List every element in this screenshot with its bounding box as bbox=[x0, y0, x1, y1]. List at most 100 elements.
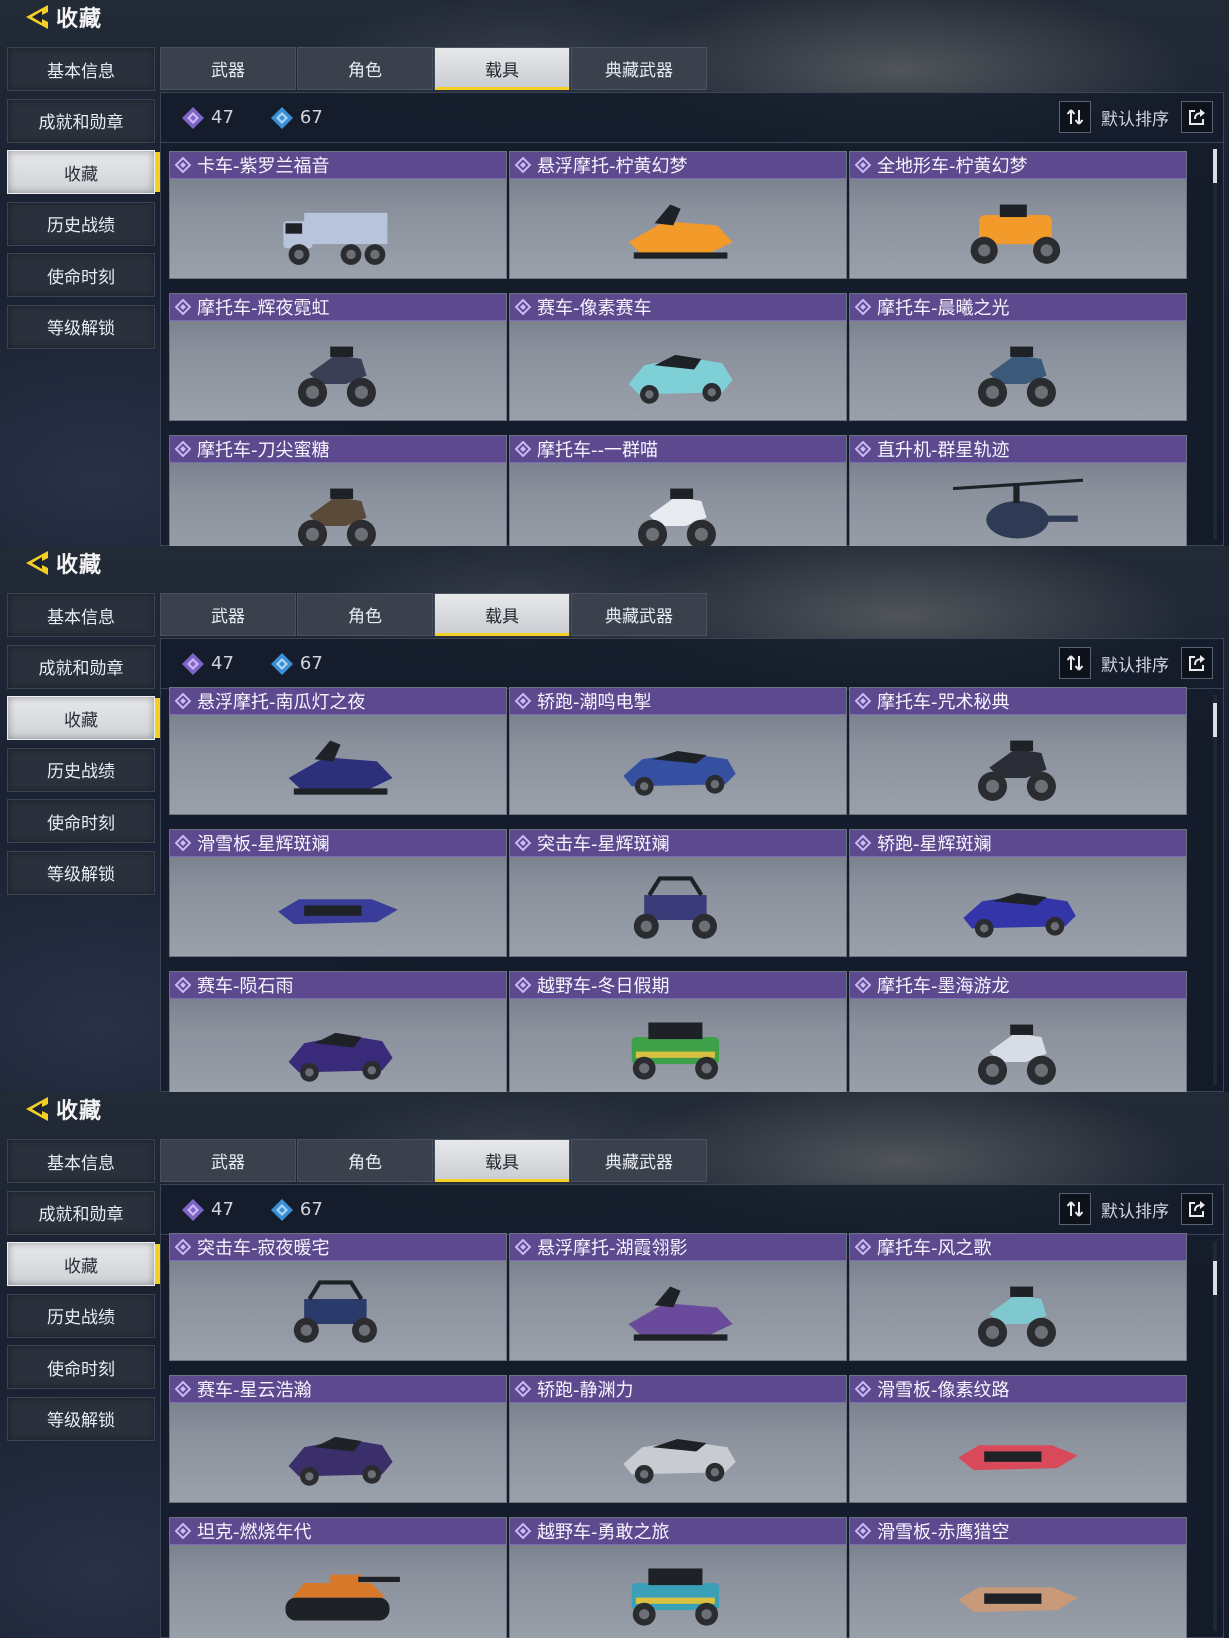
purple-diamond-icon bbox=[175, 977, 191, 993]
vehicle-image bbox=[850, 999, 1186, 1092]
scrollbar[interactable] bbox=[1213, 149, 1217, 539]
vehicle-card-title: 赛车-星云浩瀚 bbox=[170, 1376, 506, 1403]
sidebar-item[interactable]: 基本信息 bbox=[7, 593, 155, 637]
vehicle-image bbox=[170, 463, 506, 546]
vehicle-grid: 悬浮摩托-南瓜灯之夜 轿跑-潮鸣电掣 摩托车-咒术秘典滑雪板-星辉斑斓 突击车-星辉斑… bbox=[169, 639, 1193, 1092]
vehicle-name: 轿跑-潮鸣电掣 bbox=[537, 692, 652, 713]
scroll-thumb[interactable] bbox=[1213, 703, 1217, 737]
sidebar-item[interactable]: 收藏 bbox=[7, 150, 160, 194]
vehicle-grid: 突击车-寂夜暖宅 悬浮摩托-湖霞翎影 摩托车-风之歌 赛车-星云浩瀚 轿跑-静渊力 滑雪板… bbox=[169, 1185, 1193, 1638]
tab[interactable]: 角色 bbox=[297, 593, 433, 636]
vehicle-image bbox=[850, 1545, 1186, 1638]
sidebar-item[interactable]: 使命时刻 bbox=[7, 799, 155, 843]
vehicle-name: 直升机-群星轨迹 bbox=[877, 440, 1010, 461]
sidebar-item[interactable]: 使命时刻 bbox=[7, 1345, 155, 1389]
scrollbar[interactable] bbox=[1213, 695, 1217, 1085]
vehicle-grid: 卡车-紫罗兰福音 悬浮摩托-柠黄幻梦 全地形车-柠黄幻梦摩托车-辉夜霓虹 赛车-像素赛… bbox=[169, 93, 1193, 546]
tab[interactable]: 武器 bbox=[160, 1139, 296, 1182]
sidebar-item[interactable]: 成就和勋章 bbox=[7, 644, 155, 689]
vehicle-name: 突击车-寂夜暖宅 bbox=[197, 1238, 330, 1259]
sidebar-item[interactable]: 成就和勋章 bbox=[7, 98, 155, 143]
vehicle-card[interactable]: 赛车-陨石雨 bbox=[169, 971, 507, 1092]
tab[interactable]: 典藏武器 bbox=[571, 593, 707, 636]
sidebar-item[interactable]: 等级解锁 bbox=[7, 304, 155, 349]
vehicle-card[interactable]: 坦克-燃烧年代 bbox=[169, 1517, 507, 1638]
vehicle-card[interactable]: 摩托车--一群喵 bbox=[509, 435, 847, 546]
vehicle-card-title: 滑雪板-像素纹路 bbox=[850, 1376, 1186, 1403]
tab[interactable]: 角色 bbox=[297, 47, 433, 90]
vehicle-card[interactable]: 突击车-星辉斑斓 bbox=[509, 829, 847, 957]
purple-diamond-icon bbox=[175, 1381, 191, 1397]
vehicle-name: 摩托车-辉夜霓虹 bbox=[197, 298, 330, 319]
sidebar-item[interactable]: 成就和勋章 bbox=[7, 1190, 155, 1235]
scrollbar[interactable] bbox=[1213, 1241, 1217, 1631]
vehicle-card[interactable]: 悬浮摩托-湖霞翎影 bbox=[509, 1233, 847, 1361]
tab[interactable]: 角色 bbox=[297, 1139, 433, 1182]
collection-panel: 47 67 bbox=[160, 638, 1224, 1092]
vehicle-card[interactable]: 滑雪板-赤鹰猎空 bbox=[849, 1517, 1187, 1638]
vehicle-card[interactable]: 轿跑-静渊力 bbox=[509, 1375, 847, 1503]
purple-diamond-icon bbox=[855, 835, 871, 851]
vehicle-card[interactable]: 摩托车-风之歌 bbox=[849, 1233, 1187, 1361]
back-button[interactable] bbox=[20, 1093, 54, 1125]
vehicle-card[interactable]: 越野车-勇敢之旅 bbox=[509, 1517, 847, 1638]
vehicle-card[interactable]: 轿跑-潮鸣电掣 bbox=[509, 687, 847, 815]
vehicle-image bbox=[510, 715, 846, 815]
back-button[interactable] bbox=[20, 547, 54, 579]
vehicle-card[interactable]: 摩托车-辉夜霓虹 bbox=[169, 293, 507, 421]
sidebar-item[interactable]: 历史战绩 bbox=[7, 1293, 155, 1338]
scroll-thumb[interactable] bbox=[1213, 1261, 1217, 1295]
vehicle-image bbox=[850, 1403, 1186, 1503]
vehicle-card-title: 摩托车-风之歌 bbox=[850, 1234, 1186, 1261]
sidebar-item[interactable]: 历史战绩 bbox=[7, 747, 155, 792]
sidebar-item[interactable]: 等级解锁 bbox=[7, 850, 155, 895]
purple-diamond-icon bbox=[855, 977, 871, 993]
vehicle-card[interactable]: 直升机-群星轨迹 bbox=[849, 435, 1187, 546]
vehicle-card[interactable]: 摩托车-墨海游龙 bbox=[849, 971, 1187, 1092]
vehicle-card[interactable]: 滑雪板-像素纹路 bbox=[849, 1375, 1187, 1503]
back-button[interactable] bbox=[20, 1, 54, 33]
vehicle-name: 滑雪板-像素纹路 bbox=[877, 1380, 1010, 1401]
vehicle-card-title: 摩托车-辉夜霓虹 bbox=[170, 294, 506, 321]
vehicle-card[interactable]: 卡车-紫罗兰福音 bbox=[169, 151, 507, 279]
vehicle-card[interactable]: 摩托车-刀尖蜜糖 bbox=[169, 435, 507, 546]
tab[interactable]: 载具 bbox=[434, 47, 570, 90]
sidebar-item[interactable]: 使命时刻 bbox=[7, 253, 155, 297]
sidebar-item[interactable]: 基本信息 bbox=[7, 47, 155, 91]
vehicle-card[interactable]: 越野车-冬日假期 bbox=[509, 971, 847, 1092]
sidebar-item[interactable]: 收藏 bbox=[7, 696, 160, 740]
tab[interactable]: 载具 bbox=[434, 1139, 570, 1182]
sidebar-item[interactable]: 历史战绩 bbox=[7, 201, 155, 246]
sidebar-item[interactable]: 基本信息 bbox=[7, 1139, 155, 1183]
vehicle-card[interactable]: 摩托车-晨曦之光 bbox=[849, 293, 1187, 421]
vehicle-name: 轿跑-静渊力 bbox=[537, 1380, 634, 1401]
vehicle-card[interactable]: 轿跑-星辉斑斓 bbox=[849, 829, 1187, 957]
vehicle-card-title: 越野车-勇敢之旅 bbox=[510, 1518, 846, 1545]
sidebar-item[interactable]: 收藏 bbox=[7, 1242, 160, 1286]
vehicle-card[interactable]: 摩托车-咒术秘典 bbox=[849, 687, 1187, 815]
tab[interactable]: 典藏武器 bbox=[571, 1139, 707, 1182]
vehicle-card[interactable]: 突击车-寂夜暖宅 bbox=[169, 1233, 507, 1361]
tab[interactable]: 典藏武器 bbox=[571, 47, 707, 90]
vehicle-card[interactable]: 赛车-像素赛车 bbox=[509, 293, 847, 421]
vehicle-image bbox=[170, 1261, 506, 1361]
scroll-thumb[interactable] bbox=[1213, 149, 1217, 183]
vehicle-image bbox=[170, 857, 506, 957]
vehicle-name: 摩托车-晨曦之光 bbox=[877, 298, 1010, 319]
tab[interactable]: 武器 bbox=[160, 593, 296, 636]
vehicle-card[interactable]: 悬浮摩托-南瓜灯之夜 bbox=[169, 687, 507, 815]
vehicle-card[interactable]: 滑雪板-星辉斑斓 bbox=[169, 829, 507, 957]
vehicle-card[interactable]: 全地形车-柠黄幻梦 bbox=[849, 151, 1187, 279]
vehicle-card[interactable]: 悬浮摩托-柠黄幻梦 bbox=[509, 151, 847, 279]
sidebar-item[interactable]: 等级解锁 bbox=[7, 1396, 155, 1441]
vehicle-card-title: 摩托车-刀尖蜜糖 bbox=[170, 436, 506, 463]
tab[interactable]: 载具 bbox=[434, 593, 570, 636]
vehicle-image bbox=[510, 463, 846, 546]
purple-diamond-icon bbox=[855, 441, 871, 457]
vehicle-card-title: 摩托车-晨曦之光 bbox=[850, 294, 1186, 321]
tab[interactable]: 武器 bbox=[160, 47, 296, 90]
vehicle-card[interactable]: 赛车-星云浩瀚 bbox=[169, 1375, 507, 1503]
vehicle-image bbox=[850, 715, 1186, 815]
vehicle-card-title: 直升机-群星轨迹 bbox=[850, 436, 1186, 463]
vehicle-image bbox=[510, 1403, 846, 1503]
